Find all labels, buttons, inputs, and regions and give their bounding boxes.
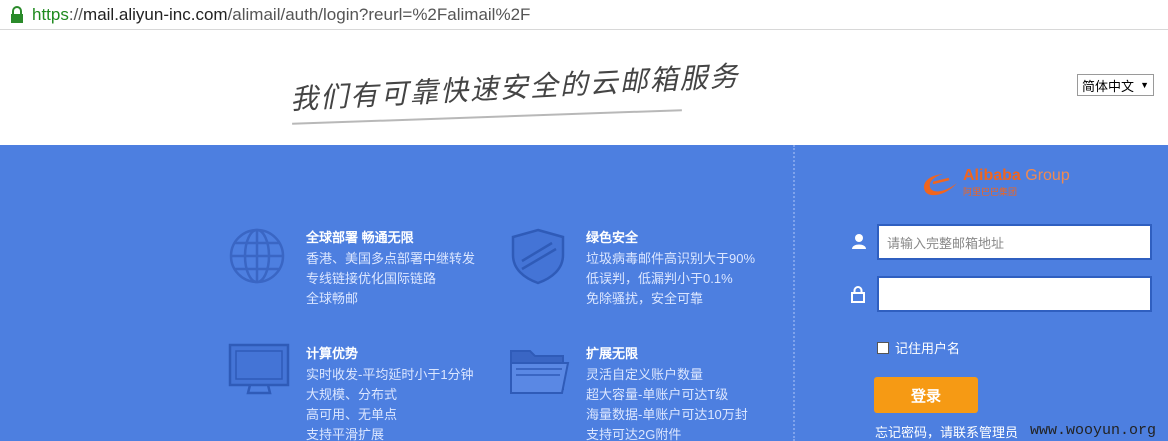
logo-text: Alibaba Group: [963, 167, 1070, 185]
chevron-down-icon: ▼: [1140, 80, 1149, 90]
feature-title: 扩展无限: [586, 346, 639, 361]
logo-group: Group: [1025, 167, 1070, 184]
forgot-password-text: 忘记密码，请联系管理员: [875, 425, 1019, 440]
logo-brand: Alibaba: [963, 167, 1021, 184]
divider: [793, 145, 795, 441]
feature-line: 超大容量-单账户可达T级: [586, 387, 729, 402]
feature-line: 灵活自定义账户数量: [586, 367, 704, 382]
monitor-icon: [228, 343, 290, 404]
feature-line: 垃圾病毒邮件高识别大于90%: [586, 251, 756, 266]
feature-line: 低误判，低漏判小于0.1%: [586, 271, 733, 286]
shield-icon: [508, 227, 568, 290]
folder-icon: [508, 343, 570, 404]
slogan: 我们有可靠快速安全的云邮箱服务: [289, 59, 740, 135]
feature-line: 免除骚扰，安全可靠: [586, 291, 704, 306]
login-button[interactable]: 登录: [874, 377, 978, 413]
address-bar[interactable]: https://mail.aliyun-inc.com/alimail/auth…: [0, 0, 1168, 30]
feature-line: 支持可达2G附件: [586, 427, 682, 441]
feature-title: 绿色安全: [586, 230, 639, 245]
user-icon: [851, 233, 867, 254]
remember-username[interactable]: 记住用户名: [877, 338, 960, 357]
alibaba-logo-icon: [923, 174, 957, 196]
language-select[interactable]: 简体中文 ▼: [1077, 74, 1154, 96]
feature-line: 香港、美国多点部署中继转发: [306, 251, 476, 266]
slogan-text: 我们有可靠快速安全的云邮箱服务: [289, 59, 741, 116]
url-separator: ://: [68, 4, 84, 24]
feature-line: 全球畅邮: [306, 291, 359, 306]
alibaba-logo: Alibaba Group 阿里巴巴集团: [919, 165, 1089, 201]
feature-line: 实时收发-平均延时小于1分钟: [306, 367, 474, 382]
language-value: 简体中文: [1082, 78, 1135, 94]
feature-line: 专线链接优化国际链路: [306, 271, 437, 286]
remember-label: 记住用户名: [895, 341, 961, 356]
page: https://mail.aliyun-inc.com/alimail/auth…: [0, 0, 1168, 441]
remember-checkbox[interactable]: [877, 341, 889, 354]
url-path: /alimail/auth/login?reurl=%2Falimail%2F: [227, 4, 531, 24]
watermark: www.wooyun.org: [1030, 422, 1157, 439]
email-field[interactable]: 请输入完整邮箱地址: [877, 224, 1152, 260]
lock-icon: [851, 285, 865, 308]
logo-subtitle: 阿里巴巴集团: [963, 187, 1018, 197]
globe-icon: [228, 227, 286, 290]
feature-line: 海量数据-单账户可达10万封: [586, 407, 748, 422]
lock-icon: [10, 5, 24, 24]
main-banner: 全球部署 畅通无限 香港、美国多点部署中继转发 专线链接优化国际链路 全球畅邮 …: [0, 145, 1168, 441]
feature-line: 大规模、分布式: [306, 387, 398, 402]
password-field[interactable]: [877, 276, 1152, 312]
login-panel: Alibaba Group 阿里巴巴集团 请输入完整邮箱地址 记住用户名 登录 …: [797, 145, 1168, 441]
url-scheme: https: [32, 4, 69, 24]
feature-line: 高可用、无单点: [306, 407, 398, 422]
email-placeholder: 请输入完整邮箱地址: [887, 235, 1005, 251]
feature-line: 支持平滑扩展: [306, 427, 385, 441]
feature-title: 全球部署 畅通无限: [306, 230, 414, 245]
feature-title: 计算优势: [306, 346, 359, 361]
header: 我们有可靠快速安全的云邮箱服务 简体中文 ▼: [0, 30, 1168, 145]
url-host: mail.aliyun-inc.com: [83, 4, 228, 24]
